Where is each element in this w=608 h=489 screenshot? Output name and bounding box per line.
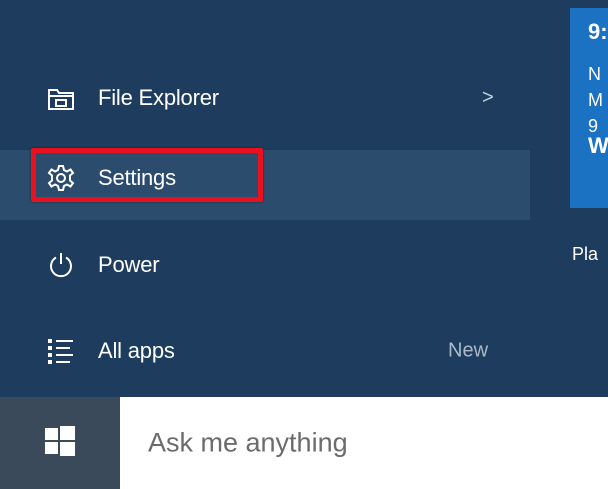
search-placeholder: Ask me anything <box>148 427 348 458</box>
menu-item-all-apps[interactable]: All apps New <box>0 323 530 379</box>
menu-item-file-explorer[interactable]: File Explorer > <box>0 70 530 126</box>
tile-line: W <box>588 133 608 158</box>
list-icon <box>46 336 76 366</box>
start-button[interactable] <box>0 397 120 489</box>
tile-line: N <box>588 64 601 84</box>
gear-icon <box>46 163 76 193</box>
power-icon <box>46 250 76 280</box>
settings-label: Settings <box>98 165 176 190</box>
menu-item-settings[interactable]: Settings <box>0 150 530 220</box>
file-explorer-label: File Explorer <box>98 85 219 110</box>
all-apps-label: All apps <box>98 338 175 363</box>
folder-icon <box>46 83 76 113</box>
windows-logo-icon <box>45 425 75 461</box>
start-menu: File Explorer > Settings Power All apps … <box>0 0 608 397</box>
chevron-right-icon[interactable]: > <box>482 87 494 110</box>
search-box[interactable]: Ask me anything <box>120 397 608 489</box>
power-label: Power <box>98 252 160 277</box>
taskbar: Ask me anything <box>0 397 608 489</box>
live-tile[interactable]: 9: N M 9 W <box>570 8 608 208</box>
menu-item-power[interactable]: Power <box>0 237 530 293</box>
tile-line: M <box>588 90 603 110</box>
tile-caption: Pla <box>572 244 599 264</box>
tile-line: 9: <box>588 19 608 44</box>
new-badge: New <box>448 339 489 362</box>
